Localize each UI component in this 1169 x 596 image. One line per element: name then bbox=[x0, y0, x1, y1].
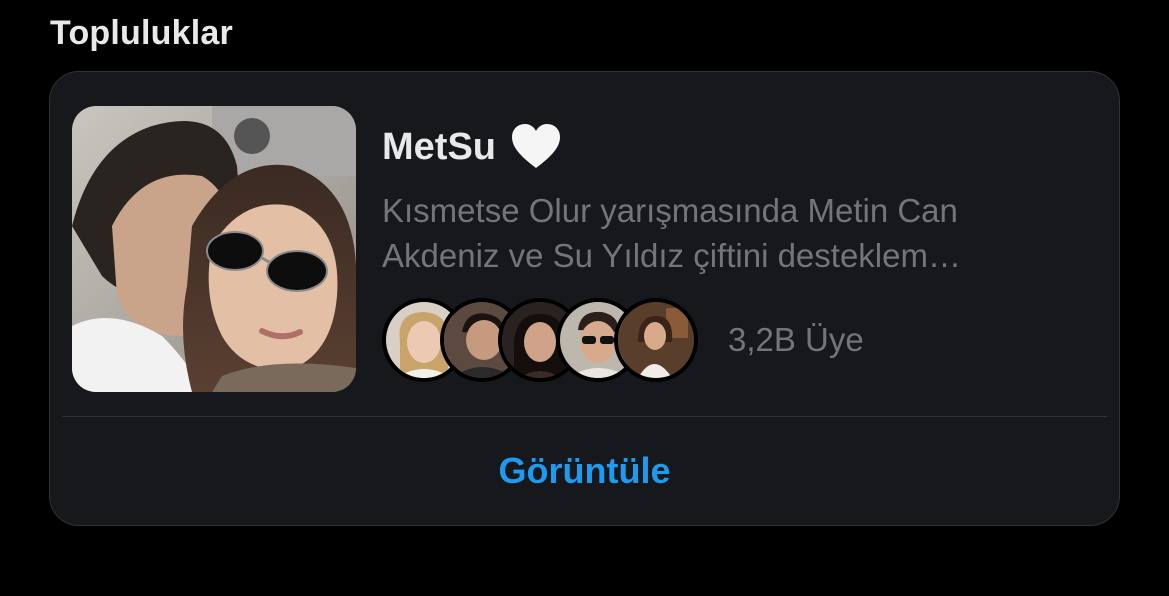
member-count: 3,2B Üye bbox=[728, 321, 864, 358]
community-card[interactable]: MetSu Kısmetse Olur yarışmasında Metin C… bbox=[49, 71, 1120, 526]
community-cover-image bbox=[72, 106, 356, 392]
view-community-button[interactable]: Görüntüle bbox=[50, 417, 1119, 525]
community-name-row: MetSu bbox=[382, 122, 1102, 172]
community-info: MetSu Kısmetse Olur yarışmasında Metin C… bbox=[382, 122, 1102, 382]
community-description: Kısmetse Olur yarışmasında Metin Can Akd… bbox=[382, 192, 961, 274]
community-name[interactable]: MetSu bbox=[382, 126, 496, 169]
avatar bbox=[614, 298, 698, 382]
members-row[interactable]: 3,2B Üye bbox=[382, 298, 1102, 382]
white-heart-icon bbox=[510, 123, 562, 171]
section-title: Topluluklar bbox=[50, 14, 233, 52]
member-avatars bbox=[382, 298, 698, 382]
